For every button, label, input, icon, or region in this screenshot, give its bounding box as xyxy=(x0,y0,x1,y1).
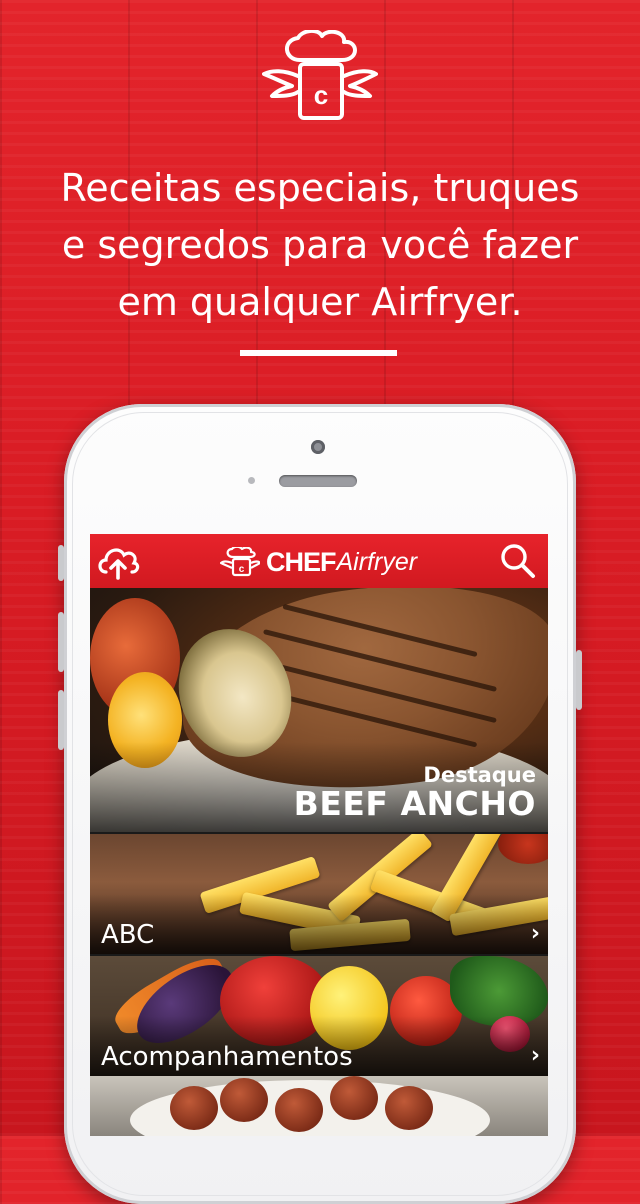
ketchup-bowl-image xyxy=(498,834,548,864)
headline-line-1: Receitas especiais, truques xyxy=(60,166,580,210)
chevron-right-icon: › xyxy=(530,921,540,946)
meatball-image xyxy=(330,1076,378,1120)
category-shade xyxy=(90,894,548,954)
search-button[interactable] xyxy=(496,540,540,582)
phone-volume-up xyxy=(58,612,64,672)
phone-volume-down xyxy=(58,690,64,750)
phone-mute-switch xyxy=(58,545,64,581)
headline-line-2: e segredos para você fazer xyxy=(61,223,579,267)
app-brand: c CHEF Airfryer xyxy=(220,546,417,578)
chef-hat-icon: c xyxy=(220,547,260,577)
phone-power-button xyxy=(576,650,582,710)
upload-button[interactable] xyxy=(96,540,140,582)
category-item-abc[interactable]: ABC › xyxy=(90,834,548,954)
headline: Receitas especiais, truques e segredos p… xyxy=(0,160,640,331)
brand-chef-text: CHEF xyxy=(266,546,336,577)
cloud-upload-icon xyxy=(98,548,140,580)
meatball-image xyxy=(385,1086,433,1130)
search-icon xyxy=(501,544,535,578)
app-bar: c CHEF Airfryer xyxy=(90,534,548,588)
meatball-image xyxy=(275,1088,323,1132)
meatball-image xyxy=(220,1078,268,1122)
category-label: Acompanhamentos xyxy=(101,1042,353,1072)
category-label: ABC xyxy=(101,920,155,950)
app-screen: c CHEF Airfryer Destaque BEEF ANCHO ABC … xyxy=(90,534,548,1136)
headline-divider xyxy=(240,350,397,356)
front-camera xyxy=(311,440,325,454)
featured-recipe-card[interactable]: Destaque BEEF ANCHO xyxy=(90,588,548,832)
meatball-image xyxy=(170,1086,218,1130)
chef-logo-icon: c xyxy=(262,30,378,120)
category-item-partial[interactable] xyxy=(90,1076,548,1136)
headline-line-3: em qualquer Airfryer. xyxy=(117,280,523,324)
category-item-acompanhamentos[interactable]: Acompanhamentos › xyxy=(90,956,548,1076)
brand-airfryer-text: Airfryer xyxy=(336,547,418,576)
earpiece-speaker xyxy=(279,475,357,487)
svg-text:c: c xyxy=(239,564,245,575)
chevron-right-icon: › xyxy=(530,1043,540,1068)
featured-title: BEEF ANCHO xyxy=(293,784,536,823)
svg-text:c: c xyxy=(314,80,328,110)
proximity-sensor xyxy=(248,477,255,484)
